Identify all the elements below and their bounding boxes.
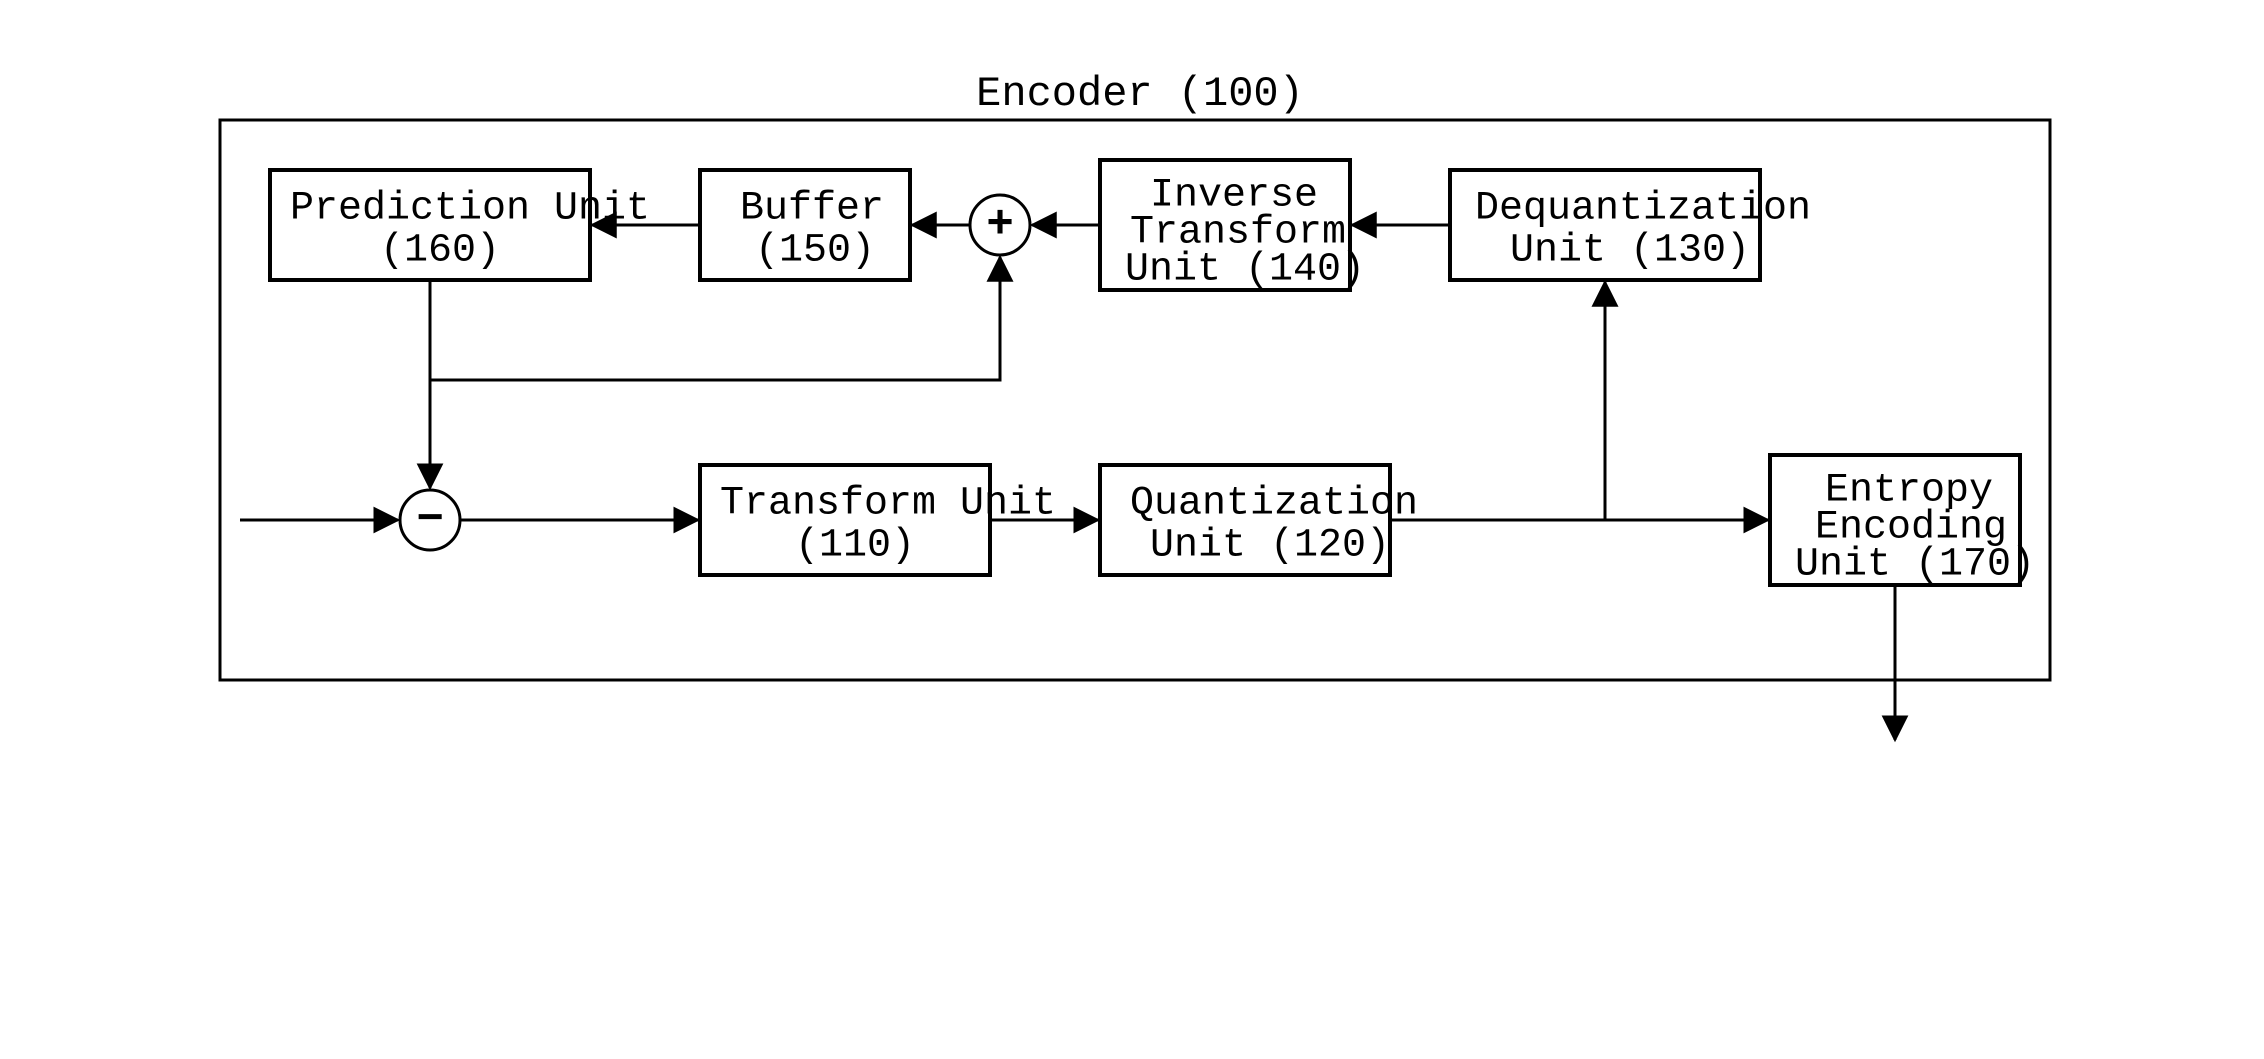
dequant-line1: Dequantization xyxy=(1475,187,1811,232)
buffer-line2: (150) xyxy=(755,229,875,274)
diagram-title: Encoder (100) xyxy=(976,70,1304,118)
plus-icon: + xyxy=(986,199,1014,251)
buffer-line1: Buffer xyxy=(740,187,884,232)
buffer-block: Buffer (150) xyxy=(700,170,910,280)
adder-op: + xyxy=(970,195,1030,255)
encoder-diagram: Encoder (100) Prediction Unit (160) Buff… xyxy=(0,0,2264,1059)
quantization-block: Quantization Unit (120) xyxy=(1100,465,1418,575)
dequant-line2: Unit (130) xyxy=(1510,229,1750,274)
entropy-encoding-block: Entropy Encoding Unit (170) xyxy=(1770,455,2035,588)
minus-icon: − xyxy=(416,494,444,546)
dequantization-block: Dequantization Unit (130) xyxy=(1450,170,1811,280)
itrans-line3: Unit (140) xyxy=(1125,248,1365,293)
entropy-line3: Unit (170) xyxy=(1795,543,2035,588)
transform-line2: (110) xyxy=(795,524,915,569)
inverse-transform-block: Inverse Transform Unit (140) xyxy=(1100,160,1365,293)
quant-line2: Unit (120) xyxy=(1150,524,1390,569)
quant-line1: Quantization xyxy=(1130,482,1418,527)
subtractor-op: − xyxy=(400,490,460,550)
prediction-unit-line2: (160) xyxy=(380,229,500,274)
